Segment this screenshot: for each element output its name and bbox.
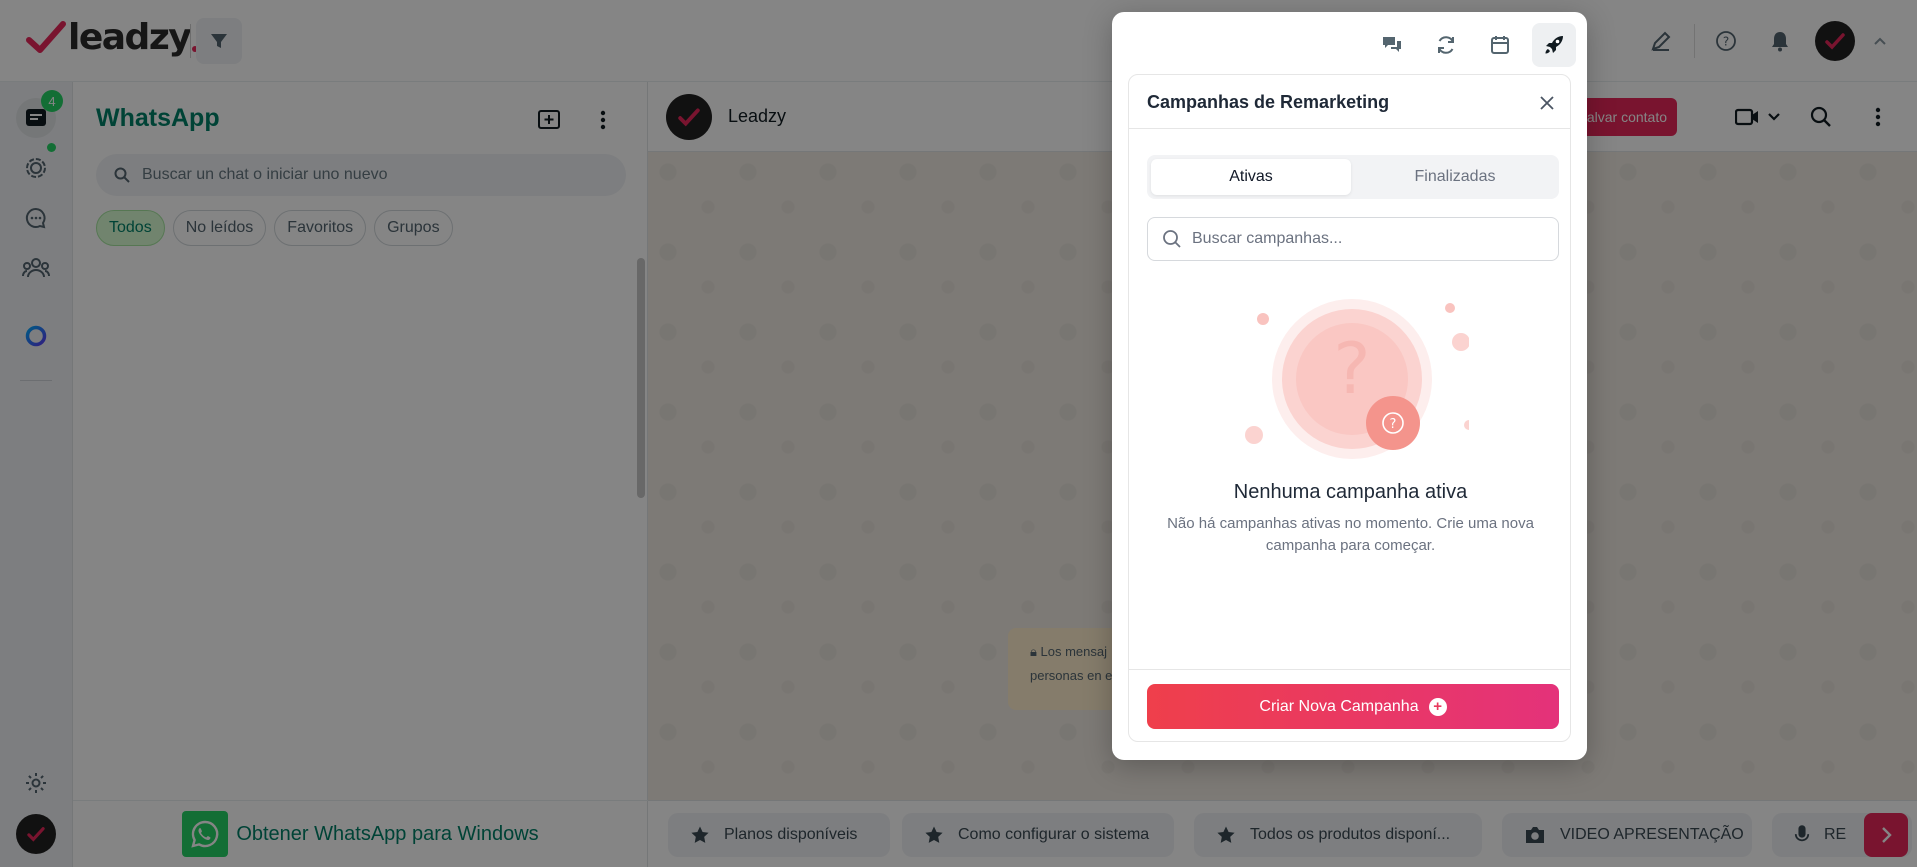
create-campaign-label: Criar Nova Campanha [1259, 697, 1419, 715]
svg-text:?: ? [1390, 417, 1397, 432]
campaign-tabs: Ativas Finalizadas [1147, 155, 1559, 199]
panel-header: Campanhas de Remarketing [1129, 75, 1570, 129]
svg-text:?: ? [1333, 328, 1370, 410]
refresh-icon [1438, 36, 1454, 54]
search-icon [1163, 230, 1181, 248]
campaign-search-box [1147, 217, 1559, 261]
close-icon [1540, 96, 1554, 110]
campaign-search-input[interactable] [1192, 230, 1552, 248]
empty-state-description: Não há campanhas ativas no momento. Crie… [1167, 515, 1534, 554]
empty-state-illustration: ? ? [1245, 299, 1469, 459]
rocket-icon [1545, 36, 1563, 54]
plus-circle-icon: + [1428, 697, 1447, 716]
close-button[interactable] [1533, 89, 1561, 117]
refresh-button[interactable] [1424, 23, 1468, 67]
panel-title: Campanhas de Remarketing [1147, 92, 1390, 112]
modal-backdrop[interactable] [0, 0, 1917, 867]
calendar-button[interactable] [1478, 23, 1522, 67]
chat-bubbles-icon [1383, 37, 1401, 52]
remarketing-panel: Campanhas de Remarketing Ativas Finaliza… [1128, 74, 1571, 742]
tab-finalizadas[interactable]: Finalizadas [1355, 159, 1555, 195]
create-campaign-button[interactable]: Criar Nova Campanha + [1147, 684, 1559, 729]
panel-footer: Criar Nova Campanha + [1129, 669, 1570, 741]
chat-bubbles-button[interactable] [1370, 23, 1414, 67]
calendar-icon [1491, 36, 1509, 54]
remarketing-rocket-button[interactable] [1532, 23, 1576, 67]
empty-state-title: Nenhuma campanha ativa [1233, 481, 1468, 503]
remarketing-popover: Campanhas de Remarketing Ativas Finaliza… [1112, 12, 1587, 760]
tab-ativas[interactable]: Ativas [1151, 159, 1351, 195]
